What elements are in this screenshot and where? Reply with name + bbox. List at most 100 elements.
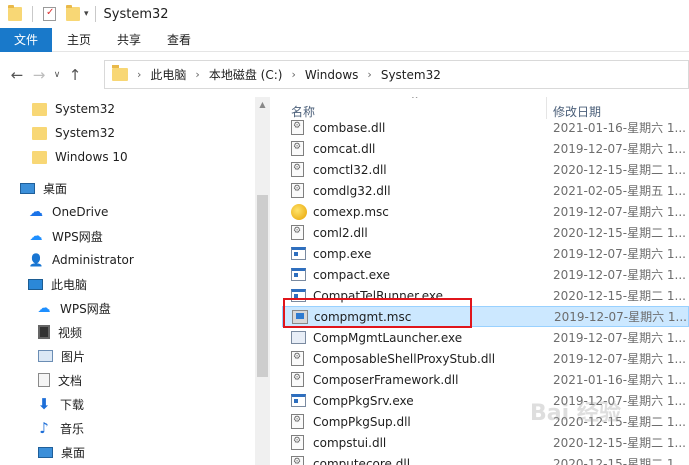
- quick-access-dropdown-icon[interactable]: ▾: [84, 9, 89, 19]
- folder-icon: [32, 126, 47, 140]
- file-modified-date: 2019-12-07-星期六 1...: [554, 310, 687, 324]
- breadcrumb-windows[interactable]: Windows: [305, 68, 359, 82]
- forward-arrow-icon[interactable]: →: [28, 66, 50, 84]
- nav-item-documents[interactable]: 文档: [38, 369, 82, 391]
- nav-item-desktop[interactable]: 桌面: [38, 441, 85, 463]
- sort-ascending-icon: ^: [411, 97, 419, 105]
- chevron-right-icon[interactable]: ›: [367, 68, 371, 81]
- nav-item-desktop[interactable]: 桌面: [20, 177, 67, 199]
- folder-icon[interactable]: [8, 5, 22, 21]
- comexp-file-icon: [291, 203, 307, 220]
- nav-item-label: WPS网盘: [52, 229, 103, 244]
- file-row[interactable]: computecore.dll 2020-12-15-星期二 1...: [282, 453, 689, 465]
- nav-item-system32[interactable]: System32: [32, 98, 115, 120]
- tab-view[interactable]: 查看: [154, 28, 204, 52]
- file-row[interactable]: CompPkgSrv.exe 2019-12-07-星期六 1...: [282, 390, 689, 411]
- wps-cloud-icon: ☁: [29, 228, 43, 244]
- recent-locations-chevron-icon[interactable]: ∨: [50, 70, 64, 80]
- dll-file-icon: [291, 414, 304, 429]
- breadcrumb-this-pc[interactable]: 此电脑: [150, 66, 186, 83]
- file-modified-date: 2019-12-07-星期六 1...: [553, 205, 686, 219]
- file-row[interactable]: CompMgmtLauncher.exe 2019-12-07-星期六 1...: [282, 327, 689, 348]
- nav-item-windows10[interactable]: Windows 10: [32, 146, 128, 168]
- nav-item-music[interactable]: ♪ 音乐: [36, 417, 84, 439]
- exe-file-icon: [291, 247, 306, 260]
- nav-item-label: Windows 10: [55, 150, 128, 164]
- document-icon: [38, 373, 50, 387]
- file-row[interactable]: compact.exe 2019-12-07-星期六 1...: [282, 264, 689, 285]
- scroll-up-arrow-icon[interactable]: ▲: [255, 97, 270, 112]
- column-header-row: ^ 名称 修改日期: [270, 97, 689, 119]
- nav-item-wps-cloud[interactable]: ☁ WPS网盘: [28, 225, 103, 247]
- file-name: comcat.dll: [313, 141, 376, 156]
- file-row[interactable]: comp.exe 2019-12-07-星期六 1...: [282, 243, 689, 264]
- nav-item-label: 图片: [61, 349, 86, 364]
- chevron-right-icon[interactable]: ›: [137, 68, 141, 81]
- tab-share[interactable]: 共享: [104, 28, 154, 52]
- nav-item-pictures[interactable]: 图片: [38, 345, 85, 367]
- file-row[interactable]: CompatTelRunner.exe 2020-12-15-星期二 1...: [282, 285, 689, 306]
- nav-pane-scrollbar[interactable]: ▲: [255, 97, 270, 465]
- nav-item-onedrive[interactable]: ☁ OneDrive: [28, 201, 108, 223]
- nav-item-downloads[interactable]: ⬇ 下载: [36, 393, 84, 415]
- address-bar[interactable]: › 此电脑 › 本地磁盘 (C:) › Windows › System32: [104, 60, 689, 89]
- nav-item-label: 音乐: [60, 421, 85, 436]
- nav-item-system32[interactable]: System32: [32, 122, 115, 144]
- msc-file-icon: [292, 309, 308, 324]
- file-name: computecore.dll: [313, 456, 411, 465]
- toolbar-divider: [94, 6, 96, 22]
- file-row[interactable]: combase.dll 2021-01-16-星期六 1...: [282, 117, 689, 138]
- back-arrow-icon[interactable]: ←: [6, 66, 28, 84]
- picture-icon: [38, 350, 53, 362]
- file-row[interactable]: comexp.msc 2019-12-07-星期六 1...: [282, 201, 689, 222]
- title-bar: ▾ System32: [0, 0, 689, 28]
- file-modified-date: 2019-12-07-星期六 1...: [553, 247, 686, 261]
- file-row[interactable]: ComposerFramework.dll 2021-01-16-星期六 1...: [282, 369, 689, 390]
- file-row[interactable]: CompPkgSup.dll 2020-12-15-星期二 1...: [282, 411, 689, 432]
- file-row[interactable]: comcat.dll 2019-12-07-星期六 1...: [282, 138, 689, 159]
- up-arrow-icon[interactable]: ↑: [64, 66, 86, 84]
- nav-item-this-pc[interactable]: 此电脑: [28, 273, 87, 295]
- chevron-right-icon[interactable]: ›: [195, 68, 199, 81]
- file-name: ComposableShellProxyStub.dll: [313, 351, 496, 366]
- cloud-icon: ☁: [29, 204, 43, 220]
- file-row[interactable]: compmgmt.msc 2019-12-07-星期六 1...: [282, 306, 689, 327]
- tab-file[interactable]: 文件: [0, 27, 52, 52]
- window-title: System32: [103, 6, 169, 22]
- column-divider[interactable]: [546, 97, 547, 119]
- dll-file-icon: [291, 435, 304, 450]
- file-row[interactable]: comctl32.dll 2020-12-15-星期二 1...: [282, 159, 689, 180]
- tab-home[interactable]: 主页: [54, 28, 104, 52]
- scrollbar-thumb[interactable]: [257, 195, 268, 377]
- file-modified-date: 2021-01-16-星期六 1...: [553, 373, 686, 387]
- file-row[interactable]: comdlg32.dll 2021-02-05-星期五 1...: [282, 180, 689, 201]
- breadcrumb-local-disk[interactable]: 本地磁盘 (C:): [209, 66, 283, 83]
- file-name: combase.dll: [313, 120, 386, 135]
- new-folder-icon[interactable]: [66, 5, 80, 21]
- dll-file-icon: [291, 372, 304, 387]
- toolbar-divider: [32, 6, 33, 22]
- nav-item-label: System32: [55, 102, 116, 116]
- dll-file-icon: [291, 351, 304, 366]
- file-name: compact.exe: [313, 267, 391, 282]
- file-row[interactable]: coml2.dll 2020-12-15-星期二 1...: [282, 222, 689, 243]
- file-row[interactable]: compstui.dll 2020-12-15-星期二 1...: [282, 432, 689, 453]
- exe-file-icon: [291, 394, 306, 407]
- nav-item-label: 此电脑: [51, 277, 88, 292]
- file-name: CompatTelRunner.exe: [313, 288, 444, 303]
- file-row[interactable]: ComposableShellProxyStub.dll 2019-12-07-星…: [282, 348, 689, 369]
- file-name: CompPkgSup.dll: [313, 414, 411, 429]
- nav-item-videos[interactable]: 视频: [38, 321, 82, 343]
- properties-icon[interactable]: [43, 7, 56, 21]
- file-modified-date: 2020-12-15-星期二 1...: [553, 415, 686, 429]
- file-name: coml2.dll: [313, 225, 368, 240]
- nav-item-wps-cloud[interactable]: ☁ WPS网盘: [36, 297, 111, 319]
- chevron-right-icon[interactable]: ›: [291, 68, 295, 81]
- nav-item-label: WPS网盘: [60, 301, 111, 316]
- dll-file-icon: [291, 183, 304, 198]
- file-name: CompPkgSrv.exe: [313, 393, 414, 408]
- breadcrumb-system32[interactable]: System32: [381, 68, 441, 82]
- file-modified-date: 2020-12-15-星期二 1...: [553, 436, 686, 450]
- file-modified-date: 2019-12-07-星期六 1...: [553, 394, 686, 408]
- nav-item-administrator[interactable]: 👤 Administrator: [28, 249, 134, 271]
